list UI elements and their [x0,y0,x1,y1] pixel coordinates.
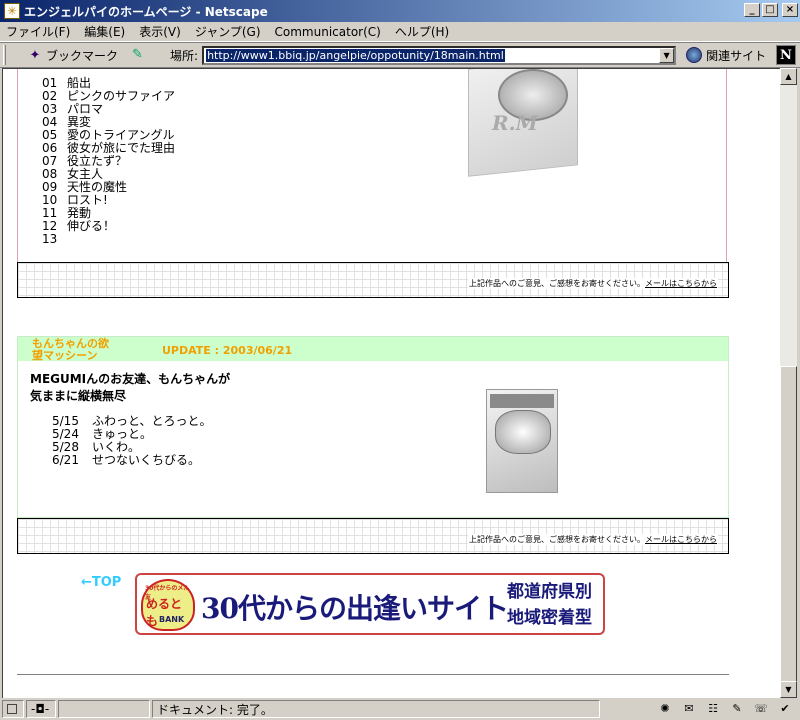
page-proxy-icon[interactable]: ✎ [132,47,146,63]
status-text: ドキュメント: 完了。 [152,700,600,718]
feedback-note: 上記作品へのご意見、ご感想をお寄せください。メールはこちらから [468,534,718,545]
package-logo-text: R.M [492,111,538,135]
heart-logo-icon: 30代からのメル友 めるとも BANK [141,579,195,631]
bookmarks-button[interactable]: ブックマーク [46,47,118,64]
feedback-bar-1: 上記作品へのご意見、ご感想をお寄せください。メールはこちらから [17,262,729,298]
package-disc [495,410,551,454]
newsgroup-icon[interactable]: ☷ [704,702,722,716]
section2-box: もんちゃんの欲 望マッシーン UPDATE : 2003/06/21 MEGUMI… [17,336,729,518]
composer-icon[interactable]: ✎ [728,702,746,716]
menu-help[interactable]: ヘルプ(H) [395,23,449,40]
song-title: せつないくちびる。 [92,453,201,467]
banner-side-text: 都道府県別 地域密着型 [507,579,592,631]
footer-divider [17,674,729,675]
feedback-mail-link[interactable]: メールはこちらから [645,535,717,544]
menu-bar: ファイル(F) 編集(E) 表示(V) ジャンプ(G) Communicator… [0,22,800,42]
feedback-mail-link[interactable]: メールはこちらから [645,279,717,288]
product-package-image-2 [486,389,558,493]
intro-line2: 気ままに縦横無尽 [30,389,127,403]
track-number: 13 [42,232,58,246]
status-bar: -◘- ドキュメント: 完了。 ✺ ✉ ☷ ✎ ☏ ✔ [0,698,800,720]
toolbar-grip[interactable] [3,45,6,65]
feedback-note: 上記作品へのご意見、ご感想をお寄せください。メールはこちらから [468,278,718,289]
product-package-image: R.M [468,69,588,177]
section2-title-line2: 望マッシーン [32,349,98,362]
track-row: 07 役立たず？ [42,155,175,168]
menu-go[interactable]: ジャンプ(G) [195,23,261,40]
heart-bank-text: BANK [159,615,185,624]
progress-bar [58,700,150,718]
song-row: 6/21 せつないくちびる。 [52,454,212,467]
section2-header: もんちゃんの欲 望マッシーン UPDATE : 2003/06/21 [18,337,728,362]
menu-file[interactable]: ファイル(F) [6,23,70,40]
minimize-button[interactable]: _ [744,3,760,17]
location-toolbar: ✦ ブックマーク ✎ 場所: http://www1.bbiq.jp/angel… [0,42,800,68]
related-sites-label: 関連サイト [706,48,767,63]
netscape-logo[interactable]: N [776,45,796,65]
track-row: 10 ロスト! [42,194,175,207]
section1-box: 01 船出 02 ピンクのサファイア 03 パロマ 04 異変 05 愛のトライアングル … [17,69,727,295]
track-row: 02 ピンクのサファイア [42,90,175,103]
vertical-scrollbar[interactable]: ▲ ▼ [780,68,797,698]
track-row: 03 パロマ [42,103,175,116]
track-row: 13 [42,233,175,246]
banner-side-line2: 地域密着型 [507,608,592,628]
track-row: 09 天性の魔性 [42,181,175,194]
close-button[interactable]: × [782,3,798,17]
window-title: エンジェルパイのホームページ - Netscape [24,4,268,19]
back-to-top-link[interactable]: ←TOP [81,575,121,590]
track-title: 伸びる！ [67,219,116,233]
update-date: UPDATE : 2003/06/21 [162,344,293,357]
netscape-app-icon[interactable]: ✳ [4,3,20,19]
navigator-icon[interactable]: ✺ [656,702,674,716]
banner-side-line1: 都道府県別 [507,582,592,602]
mail-icon[interactable]: ✉ [680,702,698,716]
menu-communicator[interactable]: Communicator(C) [275,25,381,39]
feedback-bar-2: 上記作品へのご意見、ご感想をお寄せください。メールはこちらから [17,518,729,554]
ad-banner[interactable]: 30代からのメル友 めるとも BANK 30代からの出逢いサイト 都道府県別 地… [135,573,605,635]
banner-headline: 30代からの出逢いサイト [201,592,509,625]
checkmark-icon[interactable]: ✔ [776,702,794,716]
url-text[interactable]: http://www1.bbiq.jp/angelpie/oppotunity/… [206,48,505,62]
menu-view[interactable]: 表示(V) [139,23,181,40]
location-label: 場所: [170,48,199,63]
url-field[interactable]: http://www1.bbiq.jp/angelpie/oppotunity/… [202,45,677,65]
scroll-up-button[interactable]: ▲ [780,68,797,85]
section2-intro: MEGUMIんのお友達、もんちゃんが 気ままに縦横無尽 [30,371,230,405]
intro-line1: MEGUMIんのお友達、もんちゃんが [30,372,231,386]
scroll-down-button[interactable]: ▼ [780,681,797,698]
song-date: 6/21 [52,453,79,467]
section2-title: もんちゃんの欲 望マッシーン [32,338,122,362]
maximize-button[interactable]: □ [762,3,778,17]
padlock-icon [7,704,17,714]
package-lid [490,394,554,408]
page-viewport: 01 船出 02 ピンクのサファイア 03 パロマ 04 異変 05 愛のトライアングル … [2,68,780,698]
conference-icon[interactable]: ☏ [752,702,770,716]
related-sites-icon [686,47,703,63]
bookmarks-icon[interactable]: ✦ [26,47,44,63]
security-lock-icon[interactable] [2,700,24,718]
feedback-text: 上記作品へのご意見、ご感想をお寄せください。 [469,535,645,544]
component-bar: ✺ ✉ ☷ ✎ ☏ ✔ [656,702,794,716]
url-dropdown-button[interactable]: ▼ [659,47,675,63]
song-list: 5/15 ふわっと、とろっと。 5/24 きゅっと。 5/28 いくわ。 6/21 せつ… [52,415,212,467]
feedback-text: 上記作品へのご意見、ご感想をお寄せください。 [469,279,645,288]
title-bar: ✳ エンジェルパイのホームページ - Netscape _ □ × [0,0,800,22]
track-row: 12 伸びる！ [42,220,175,233]
online-status-icon[interactable]: -◘- [26,700,56,718]
menu-edit[interactable]: 編集(E) [84,23,125,40]
scroll-thumb[interactable] [780,366,797,682]
related-sites-button[interactable]: 関連サイト [686,47,766,64]
track-list: 01 船出 02 ピンクのサファイア 03 パロマ 04 異変 05 愛のトライアングル … [42,77,175,246]
